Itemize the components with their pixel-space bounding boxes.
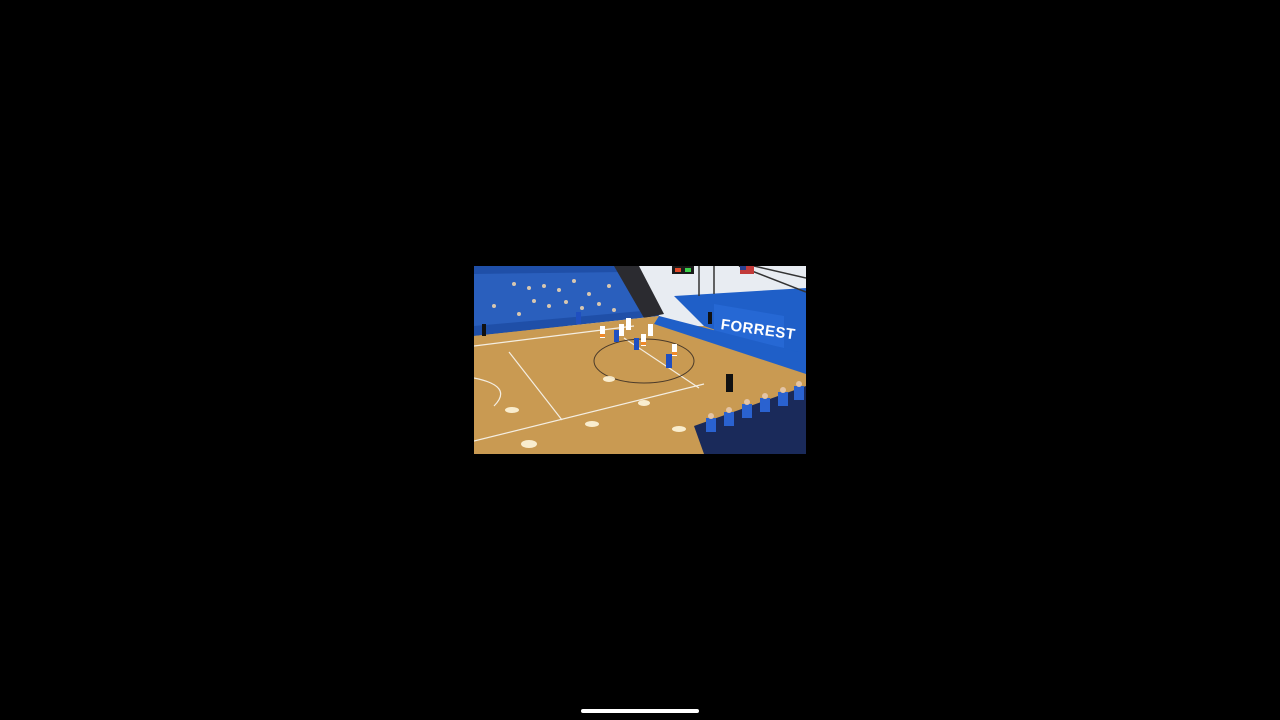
basketball-court-scene: FORREST: [474, 266, 806, 454]
video-frame[interactable]: FORREST: [474, 266, 806, 454]
home-indicator-bar[interactable]: [581, 709, 699, 713]
referee: [726, 374, 733, 392]
video-player-screen[interactable]: FORREST: [0, 0, 1280, 720]
